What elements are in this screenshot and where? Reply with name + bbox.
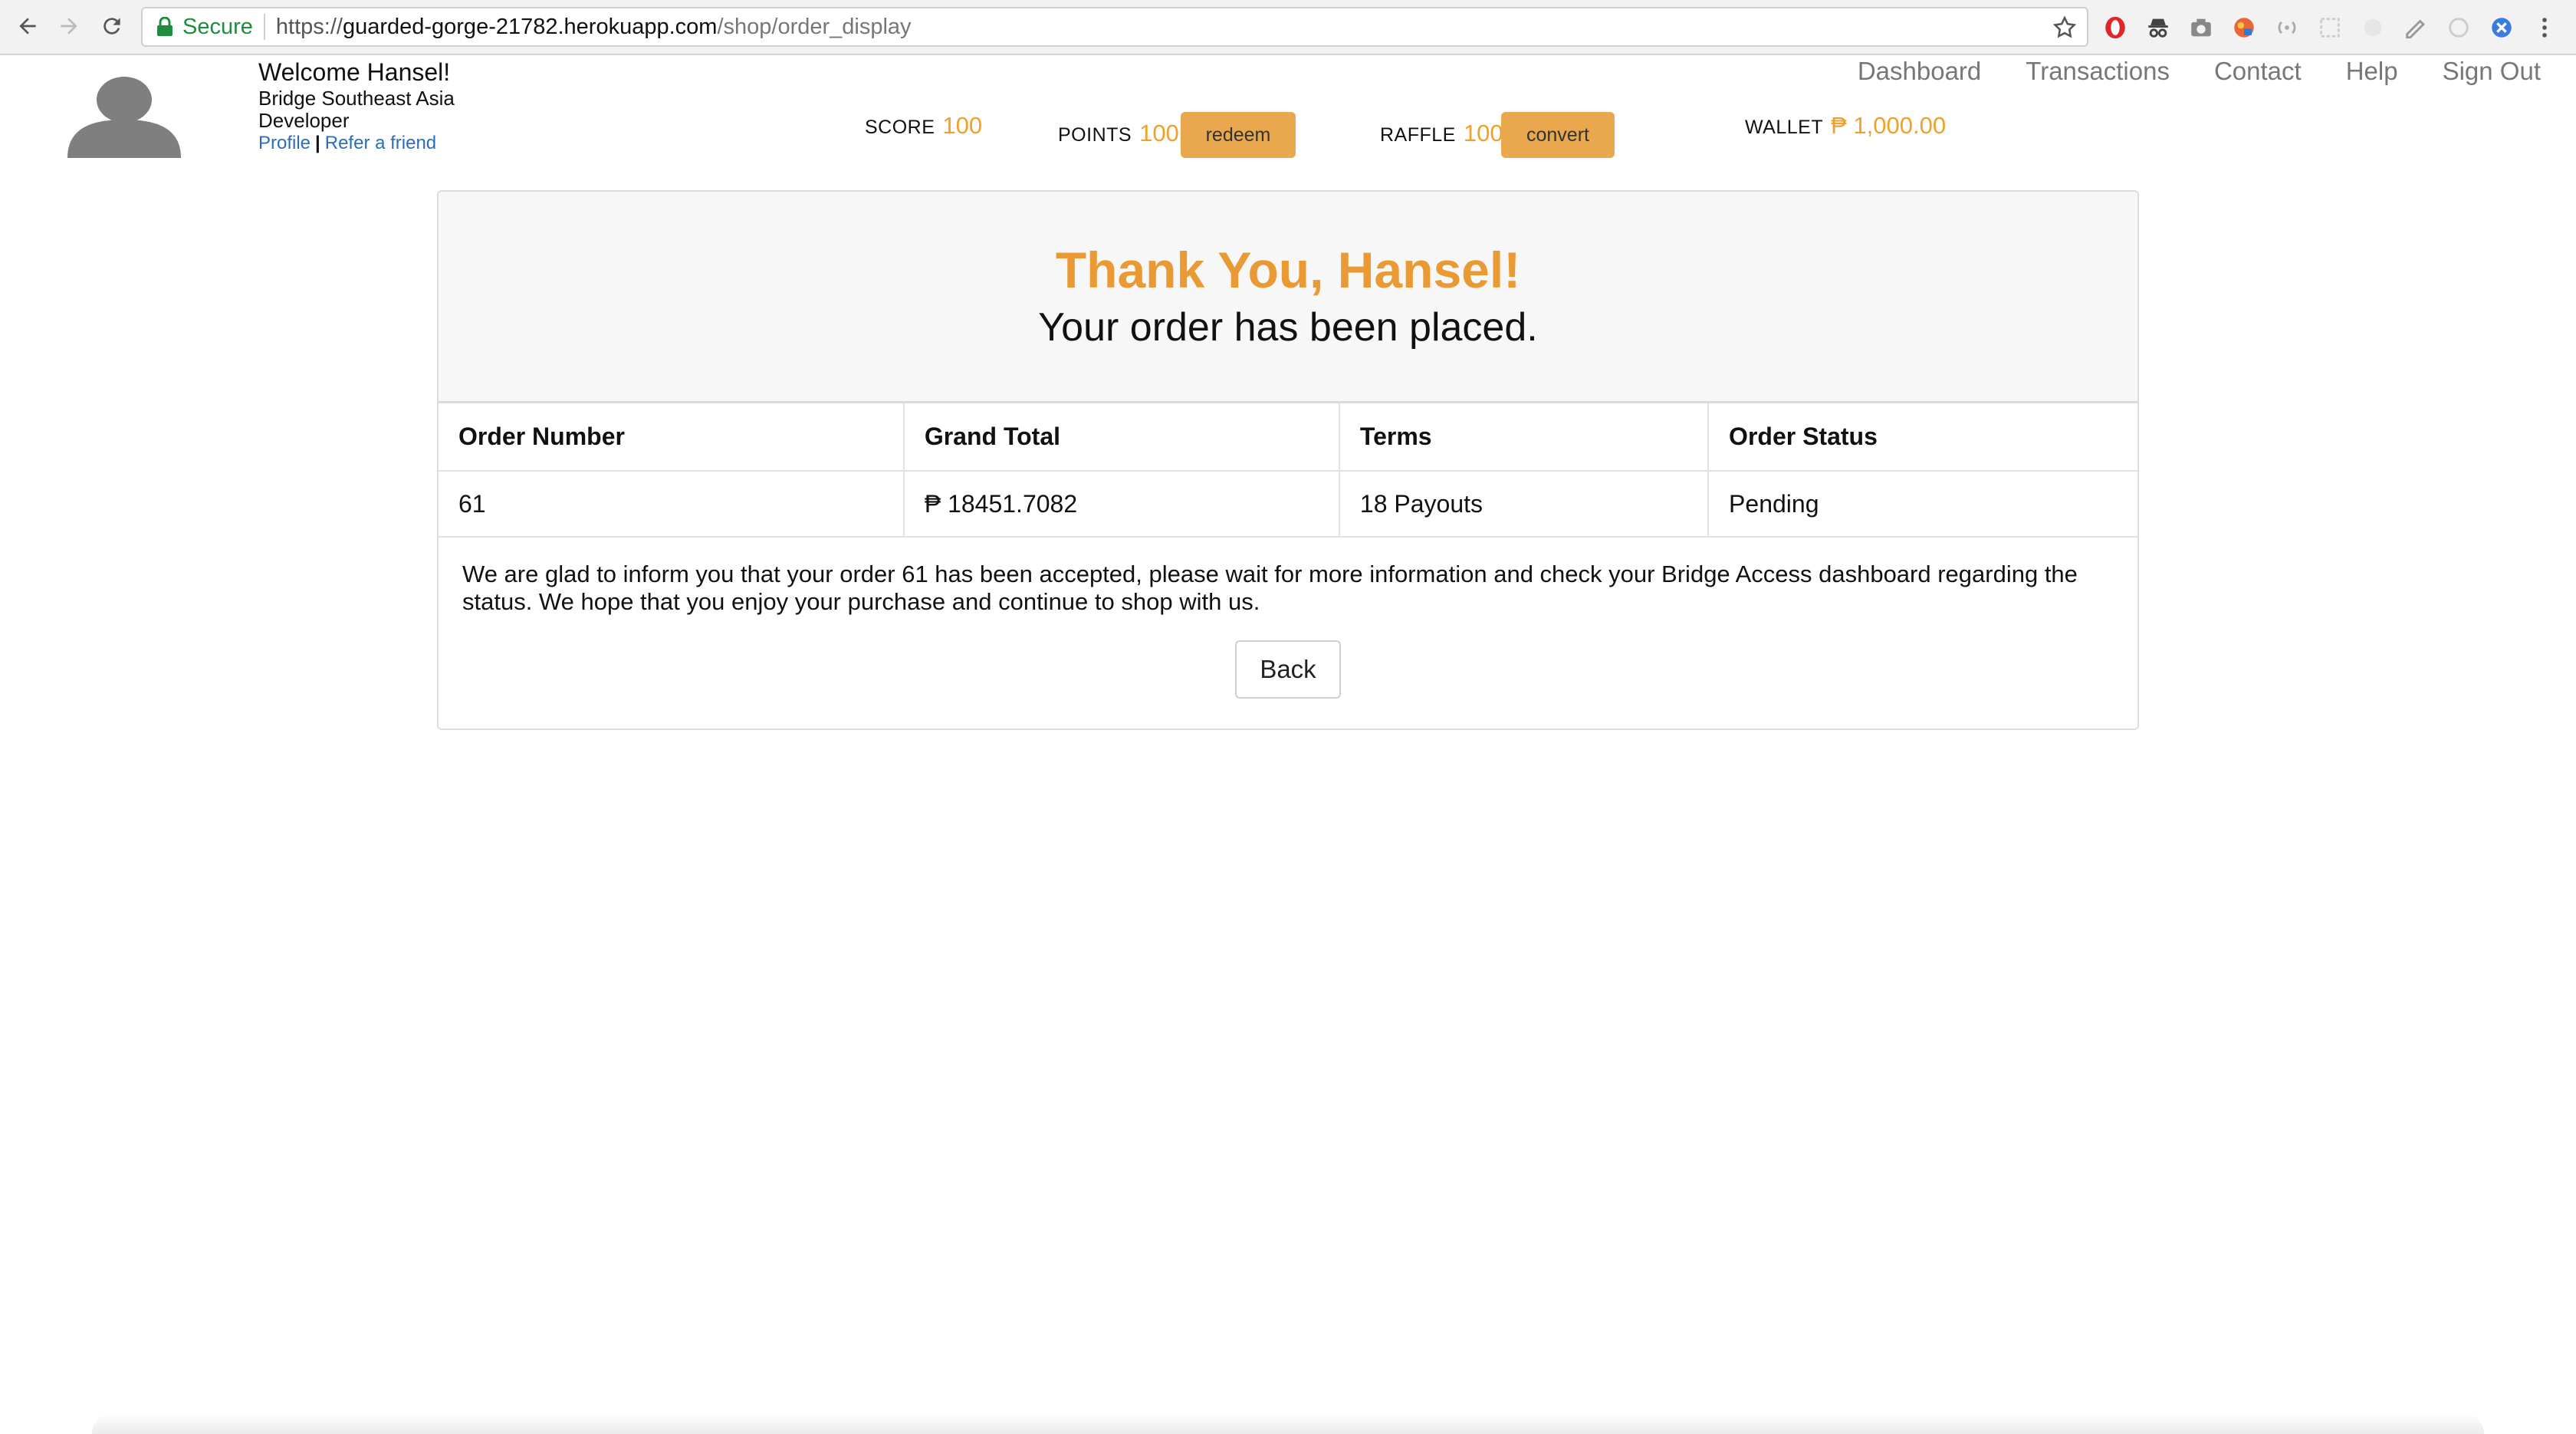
cell-order-number: 61 <box>439 471 905 538</box>
nav-sign-out[interactable]: Sign Out <box>2443 57 2541 86</box>
col-terms: Terms <box>1339 403 1710 472</box>
panel-heading: Thank You, Hansel! Your order has been p… <box>439 192 2137 403</box>
cloud-extension-icon[interactable] <box>2358 13 2387 42</box>
welcome-text: Welcome Hansel! <box>258 58 451 86</box>
redeem-button[interactable]: redeem <box>1181 112 1296 158</box>
table-header-row: Order Number Grand Total Terms Order Sta… <box>439 403 2137 472</box>
pen-extension-icon[interactable] <box>2401 13 2430 42</box>
menu-dots-icon[interactable] <box>2530 13 2559 42</box>
circle-extension-icon[interactable] <box>2444 13 2473 42</box>
col-order-number: Order Number <box>439 403 905 472</box>
cell-order-status: Pending <box>1708 471 2137 538</box>
grid-extension-icon[interactable] <box>2315 13 2344 42</box>
colorful-extension-icon[interactable] <box>2229 13 2259 42</box>
nav-contact[interactable]: Contact <box>2214 57 2302 86</box>
order-message: We are glad to inform you that your orde… <box>462 561 2078 615</box>
forward-arrow-icon[interactable] <box>54 11 84 41</box>
address-bar[interactable]: Secure https:// guarded-gorge-21782.hero… <box>141 7 2088 47</box>
back-arrow-icon[interactable] <box>12 11 43 41</box>
wallet-value: ₱ 1,000.00 <box>1831 112 1947 139</box>
points-label: POINTS <box>1058 124 1132 146</box>
points-stat: POINTS 100 <box>1058 120 1179 147</box>
score-label: SCORE <box>865 117 935 138</box>
opera-extension-icon[interactable] <box>2101 13 2130 42</box>
user-role: Developer <box>258 109 350 132</box>
top-navigation: Dashboard Transactions Contact Help Sign… <box>1858 57 2541 86</box>
thank-you-heading: Thank You, Hansel! <box>1055 242 1521 298</box>
url-scheme: https:// <box>275 14 343 39</box>
table-row: 61 ₱ 18451.7082 18 Payouts Pending <box>439 471 2137 538</box>
url-path: /shop/order_display <box>717 14 912 39</box>
secure-label: Secure <box>182 14 253 39</box>
wallet-label: WALLET <box>1745 117 1824 138</box>
bookmark-star-icon[interactable] <box>2052 15 2078 41</box>
raffle-stat: RAFFLE 100 <box>1380 120 1503 147</box>
convert-button[interactable]: convert <box>1501 112 1615 158</box>
camera-extension-icon[interactable] <box>2187 13 2216 42</box>
broadcast-extension-icon[interactable] <box>2272 13 2302 42</box>
user-links: Profile | Refer a friend <box>258 132 455 155</box>
back-button-wrap: Back <box>439 640 2137 699</box>
col-order-status: Order Status <box>1708 403 2137 472</box>
score-value: 100 <box>942 112 983 139</box>
nav-transactions[interactable]: Transactions <box>2026 57 2170 86</box>
points-value: 100 <box>1139 120 1179 146</box>
nav-dashboard[interactable]: Dashboard <box>1858 57 1981 86</box>
incognito-extension-icon[interactable] <box>2144 13 2173 42</box>
col-grand-total: Grand Total <box>903 403 1340 472</box>
blue-x-extension-icon[interactable] <box>2487 13 2516 42</box>
user-info: Welcome Hansel! Bridge Southeast Asia De… <box>258 57 455 155</box>
wallet-stat: WALLET ₱ 1,000.00 <box>1745 112 1946 140</box>
address-separator <box>263 14 265 40</box>
cell-terms: 18 Payouts <box>1339 471 1710 538</box>
avatar[interactable] <box>67 75 181 158</box>
raffle-value: 100 <box>1463 120 1503 146</box>
order-table: Order Number Grand Total Terms Order Sta… <box>439 403 2137 538</box>
link-separator: | <box>315 133 320 153</box>
company-name: Bridge Southeast Asia <box>258 87 455 110</box>
bottom-shadow <box>92 1413 2484 1434</box>
raffle-label: RAFFLE <box>1380 124 1456 146</box>
nav-help[interactable]: Help <box>2346 57 2398 86</box>
order-placed-text: Your order has been placed. <box>1038 305 1538 350</box>
profile-link[interactable]: Profile <box>258 133 310 153</box>
browser-toolbar: Secure https:// guarded-gorge-21782.hero… <box>0 0 2576 55</box>
url-host: guarded-gorge-21782.herokuapp.com <box>342 14 718 39</box>
order-confirmation-panel: Thank You, Hansel! Your order has been p… <box>437 190 2139 730</box>
back-button[interactable]: Back <box>1235 640 1341 699</box>
extensions-bar <box>2101 11 2559 44</box>
lock-icon <box>156 16 173 37</box>
cell-grand-total: ₱ 18451.7082 <box>903 471 1340 538</box>
reload-icon[interactable] <box>97 11 127 41</box>
score-stat: SCORE 100 <box>865 112 982 140</box>
refer-friend-link[interactable]: Refer a friend <box>325 133 436 153</box>
